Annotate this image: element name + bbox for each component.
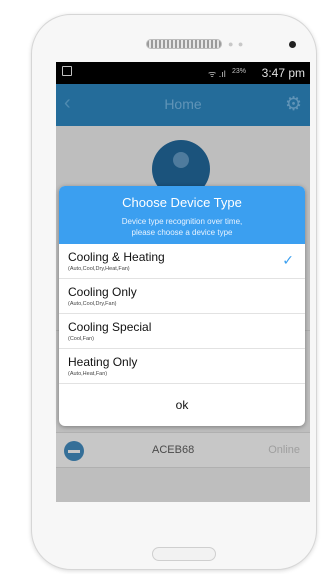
dialog-subtitle-line1: Device type recognition over time, [121,217,243,226]
ok-button[interactable]: ok [59,384,305,426]
option-cooling-only[interactable]: Cooling Only (Auto,Cool,Dry,Fan) [59,279,305,314]
dialog-subtitle-line2: please choose a device type [131,228,233,237]
checkmark-icon: ✓ [282,252,294,268]
home-key[interactable] [152,547,216,561]
dialog-header: Choose Device Type Device type recogniti… [59,186,305,244]
option-label: Cooling Special [68,320,152,334]
front-camera [289,41,296,48]
option-cooling-heating[interactable]: Cooling & Heating (Auto,Cool,Dry,Heat,Fa… [59,244,305,279]
option-heating-only[interactable]: Heating Only (Auto,Heat,Fan) [59,349,305,384]
option-modes: (Auto,Heat,Fan) [68,371,108,377]
device-type-dialog: Choose Device Type Device type recogniti… [59,186,305,426]
dialog-subtitle: Device type recognition over time, pleas… [59,216,305,238]
option-label: Heating Only [68,355,138,369]
sensor-dots: ● ● [228,39,245,49]
option-label: Cooling Only [68,285,137,299]
option-cooling-special[interactable]: Cooling Special (Cool,Fan) [59,314,305,349]
dialog-title: Choose Device Type [122,195,242,210]
speaker-grille [146,39,222,49]
option-modes: (Auto,Cool,Dry,Heat,Fan) [68,266,130,272]
option-modes: (Auto,Cool,Dry,Fan) [68,301,117,307]
option-label: Cooling & Heating [68,250,165,264]
option-modes: (Cool,Fan) [68,336,94,342]
